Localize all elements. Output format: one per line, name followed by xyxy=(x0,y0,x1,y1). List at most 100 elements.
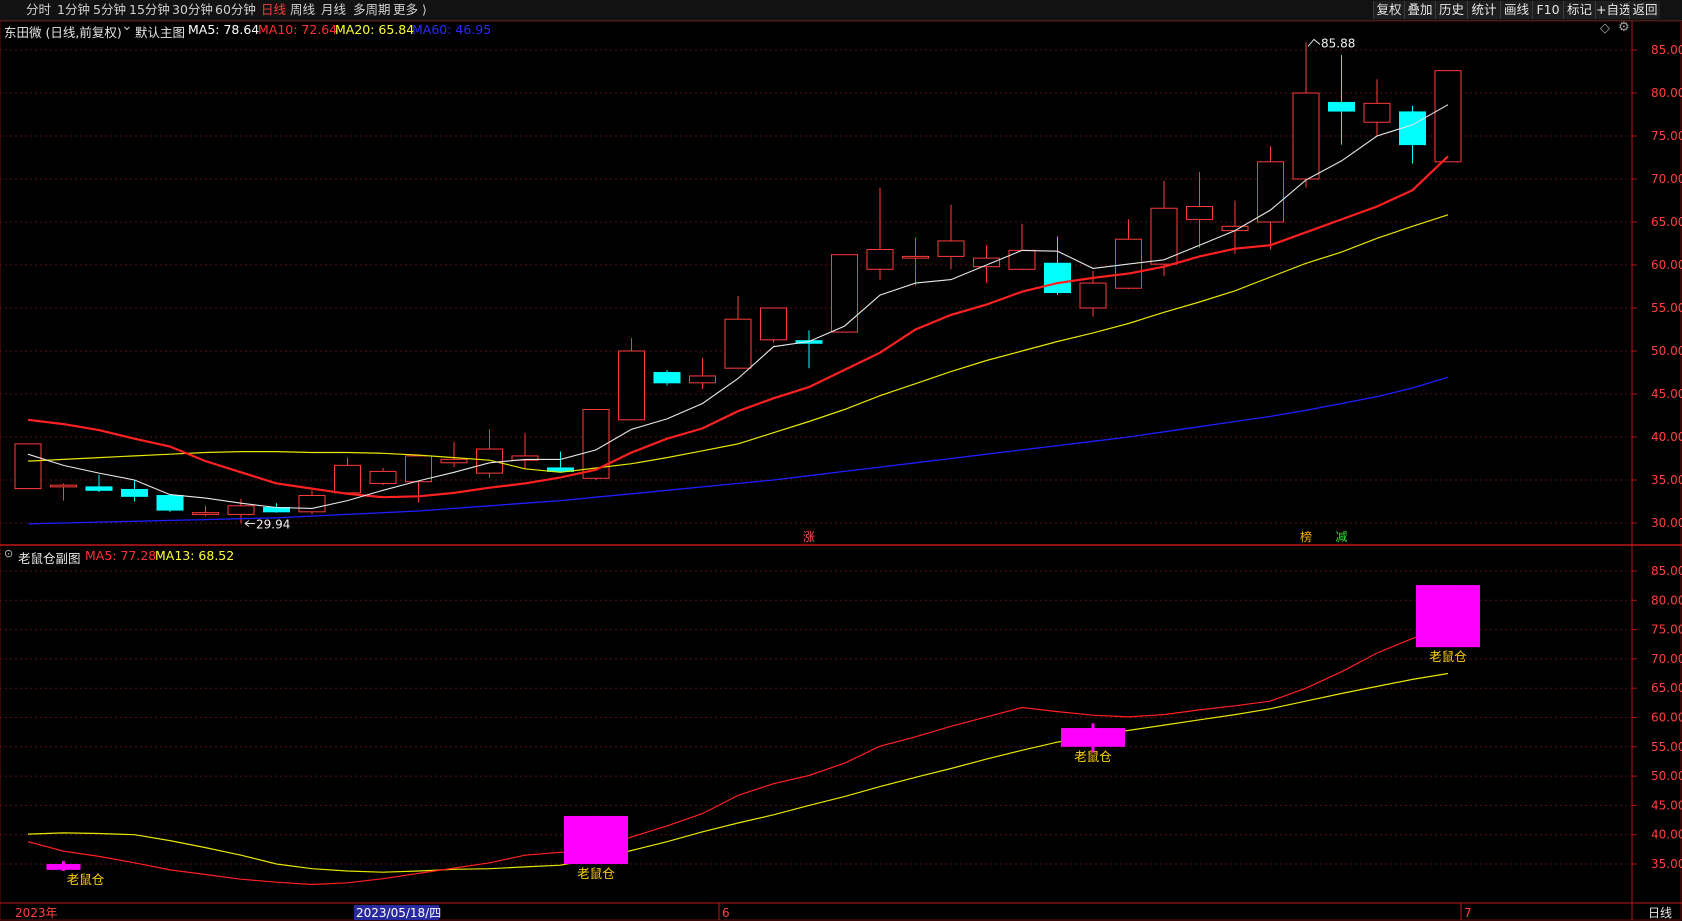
candle[interactable] xyxy=(1292,42,1320,188)
candle-body xyxy=(902,255,929,259)
candle-body xyxy=(1044,262,1071,294)
candle-body xyxy=(724,318,752,369)
main-y-tick-label: 35.00 xyxy=(1651,473,1682,487)
main-y-tick-label: 60.00 xyxy=(1651,258,1682,272)
candle[interactable] xyxy=(1115,219,1142,290)
candle[interactable] xyxy=(156,494,184,512)
stock-chart[interactable]: 85.00 80.00 75.00 70.00 65.00 60.00 55.00 50.00… xyxy=(0,0,1682,921)
x-axis-label: 7 xyxy=(1464,906,1472,920)
candle[interactable] xyxy=(1434,70,1462,163)
candle[interactable] xyxy=(1363,79,1391,136)
event-marker[interactable]: 涨 xyxy=(803,529,815,544)
signal-block[interactable]: 老鼠仓 xyxy=(564,815,628,881)
main-y-tick-label: 85.00 xyxy=(1651,43,1682,57)
signal-body xyxy=(1416,585,1480,648)
x-axis-label: 2023年 xyxy=(15,906,58,920)
event-marker[interactable]: 榜 xyxy=(1300,529,1312,544)
candle[interactable] xyxy=(369,467,397,486)
candle[interactable] xyxy=(14,443,42,490)
candle[interactable] xyxy=(1328,55,1355,145)
sub-y-tick-label: 35.00 xyxy=(1651,857,1682,871)
sub-y-tick-label: 75.00 xyxy=(1651,623,1682,637)
candle[interactable] xyxy=(1399,105,1426,164)
x-axis-label: 2023/05/18/四 xyxy=(356,906,441,920)
sub-y-tick-label: 65.00 xyxy=(1651,681,1682,695)
candle[interactable] xyxy=(760,307,787,343)
candle-body xyxy=(227,505,255,515)
stock-label[interactable]: 东田微 (日线,前复权) xyxy=(4,22,122,41)
candle-body xyxy=(1079,282,1107,309)
low-label: 29.94 xyxy=(256,518,290,532)
candle[interactable] xyxy=(1257,146,1284,250)
candle-body xyxy=(831,254,858,333)
high-arrow-icon xyxy=(1307,38,1321,47)
candle[interactable] xyxy=(1008,223,1036,271)
candle[interactable] xyxy=(724,295,752,369)
candle[interactable] xyxy=(440,442,468,468)
candle[interactable] xyxy=(1150,180,1178,277)
gear-icon[interactable]: ⚙ xyxy=(1618,20,1630,35)
candle[interactable] xyxy=(547,451,574,473)
candle-body xyxy=(192,512,219,515)
sub-panel-title[interactable]: 老鼠仓副图 xyxy=(18,548,81,567)
candle[interactable] xyxy=(795,330,823,369)
candle-body xyxy=(440,458,468,464)
event-marker[interactable]: 减 xyxy=(1335,530,1347,544)
candle[interactable] xyxy=(1186,172,1213,248)
candle[interactable] xyxy=(192,505,219,517)
main-y-tick-label: 50.00 xyxy=(1651,344,1682,358)
sub-y-tick-label: 50.00 xyxy=(1651,769,1682,783)
candle[interactable] xyxy=(1221,200,1249,254)
candle[interactable] xyxy=(227,498,255,524)
signal-body xyxy=(46,864,81,870)
high-label: 85.88 xyxy=(1321,36,1355,50)
sub-indicator-1: MA13: 68.52 xyxy=(155,548,235,563)
candle[interactable] xyxy=(476,429,503,478)
main-indicator-3: MA60: 46.95 xyxy=(412,22,492,37)
candle[interactable] xyxy=(85,474,113,493)
candle[interactable] xyxy=(689,357,716,389)
candle-body xyxy=(760,307,787,341)
candle-body xyxy=(476,448,503,474)
diamond-icon[interactable]: ◇ xyxy=(1600,21,1610,36)
signal-block[interactable]: 老鼠仓 xyxy=(1061,723,1125,764)
candle[interactable] xyxy=(298,490,326,515)
template-label[interactable]: 默认主图 xyxy=(135,22,185,41)
candle-body xyxy=(618,350,645,421)
low-arrow-icon xyxy=(244,520,255,527)
candle-body xyxy=(937,240,965,257)
candle[interactable] xyxy=(653,369,681,386)
signal-block[interactable]: 老鼠仓 xyxy=(46,861,105,887)
candle-body xyxy=(653,372,681,384)
candle[interactable] xyxy=(511,432,539,469)
candle[interactable] xyxy=(902,237,929,286)
candle-body xyxy=(121,488,148,497)
signal-body xyxy=(564,815,628,864)
candle[interactable] xyxy=(334,457,361,495)
main-y-tick-label: 65.00 xyxy=(1651,215,1682,229)
candle-body xyxy=(1008,249,1036,270)
collapse-icon[interactable]: ⊙ xyxy=(4,547,13,560)
main-y-tick-label: 80.00 xyxy=(1651,86,1682,100)
candle-body xyxy=(14,443,42,490)
candle[interactable] xyxy=(973,245,1000,284)
candle[interactable] xyxy=(831,254,858,333)
candle[interactable] xyxy=(50,483,77,501)
candle-body xyxy=(866,249,894,270)
candle-body xyxy=(369,470,397,484)
candle[interactable] xyxy=(866,187,894,280)
chart-frame xyxy=(0,20,1682,921)
chevron-down-icon[interactable]: ⌄ xyxy=(121,18,133,34)
signal-label: 老鼠仓 xyxy=(1429,649,1467,664)
candle[interactable] xyxy=(618,338,645,421)
main-y-tick-label: 55.00 xyxy=(1651,301,1682,315)
main-indicator-1: MA10: 72.64 xyxy=(258,22,338,37)
signal-block[interactable]: 老鼠仓 xyxy=(1416,585,1480,664)
sub-y-tick-label: 55.00 xyxy=(1651,740,1682,754)
candle[interactable] xyxy=(937,204,965,270)
candle-body xyxy=(334,464,361,494)
period-label: 日线 xyxy=(1648,906,1672,920)
main-indicator-2: MA20: 65.84 xyxy=(335,22,415,37)
candle-body xyxy=(50,484,77,488)
main-y-tick-label: 75.00 xyxy=(1651,129,1682,143)
